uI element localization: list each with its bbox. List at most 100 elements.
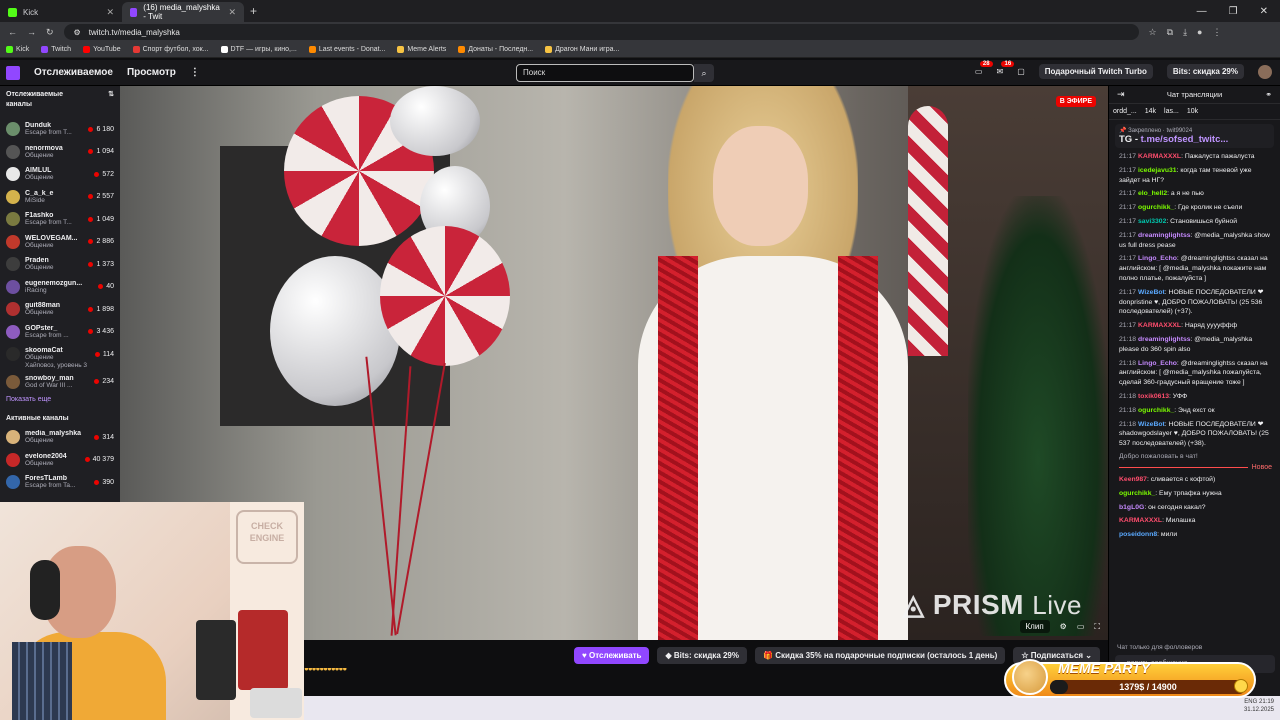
bookmark-label: Twitch: [51, 46, 72, 53]
page-bottom-strip: [304, 696, 1280, 720]
sign-line-2: ENGINE: [249, 533, 285, 543]
browser-tab-twitch[interactable]: (16) media_malyshka - Twit ✕: [122, 2, 244, 22]
gift-subs-discount-button[interactable]: 🎁 Скидка 35% на подарочные подписки (ост…: [755, 646, 1006, 664]
url-field[interactable]: ⚙ twitch.tv/media_malyshka: [63, 24, 1139, 40]
message-username[interactable]: toxik0613: [1138, 393, 1169, 400]
message-username[interactable]: b1gL0G: [1119, 504, 1144, 511]
maximize-icon[interactable]: ❐: [1229, 6, 1238, 17]
pinned-link[interactable]: t.me/sofsed_twitc...: [1141, 134, 1229, 145]
tinsel-garland: [658, 256, 698, 640]
inbox-icon[interactable]: ✉ 16: [996, 61, 1015, 76]
forward-icon[interactable]: →: [27, 27, 36, 37]
bookmark-item[interactable]: DTF — игры, кино,...: [220, 46, 297, 53]
message-username[interactable]: poseidonn8: [1119, 531, 1157, 538]
prism-live-watermark: ◬ PRISM Live: [903, 588, 1082, 621]
message-username[interactable]: KARMAXXXL: [1119, 517, 1162, 524]
minimize-icon[interactable]: —: [1197, 6, 1207, 17]
site-info-icon[interactable]: ⚙: [74, 28, 81, 37]
channel-avatar: [6, 167, 20, 182]
close-tab-icon[interactable]: ✕: [228, 7, 236, 18]
fullscreen-icon[interactable]: ⛶: [1094, 622, 1100, 632]
viewer-count: 3 436: [88, 328, 114, 335]
message-username[interactable]: ogurchikk_: [1119, 490, 1155, 497]
message-username[interactable]: icedejavu31: [1138, 167, 1177, 174]
message-username[interactable]: KARMAXXXL: [1138, 153, 1181, 160]
message-username[interactable]: ogurchikk_: [1138, 204, 1174, 211]
bookmark-item[interactable]: Спорт футбол, хок...: [132, 46, 209, 53]
message-username[interactable]: WizeBot: [1138, 289, 1165, 296]
message-text: : Становишься буйной: [1166, 217, 1238, 225]
search-icon[interactable]: ⌕: [694, 64, 714, 82]
bookmark-item[interactable]: Last events - Donat...: [308, 46, 385, 53]
follow-button[interactable]: ♥ Отслеживать: [574, 646, 650, 664]
extensions-icon[interactable]: ⧉: [1167, 27, 1173, 38]
chat-users-icon[interactable]: ⚭: [1265, 90, 1272, 99]
message-time: 21:17: [1119, 153, 1137, 160]
sidebar-channel[interactable]: C_a_k_e MiSide 2 557: [6, 186, 114, 209]
back-icon[interactable]: ←: [8, 27, 17, 37]
download-icon[interactable]: ⤓: [1183, 27, 1187, 38]
message-username[interactable]: WizeBot: [1138, 421, 1165, 428]
gifter-name[interactable]: las...: [1164, 108, 1179, 115]
more-menu-icon[interactable]: ⋮: [190, 67, 200, 78]
message-username[interactable]: elo_hell2: [1138, 190, 1167, 197]
sidebar-channel[interactable]: snowboy_man God of War III ... 234: [6, 371, 114, 394]
message-username[interactable]: Lingo_Echo: [1138, 255, 1177, 262]
gift-turbo-button[interactable]: Подарочный Twitch Turbo: [1038, 64, 1153, 79]
sidebar-channel[interactable]: GOPster_ Escape from ... 3 436: [6, 321, 114, 344]
sidebar-channel[interactable]: Praden Общение 1 373: [6, 253, 114, 276]
pinned-message[interactable]: 📌 Закреплено · twit99024 TG - t.me/sofse…: [1115, 124, 1274, 148]
sidebar-channel[interactable]: WELOVEGAM... Общение 2 886: [6, 231, 114, 254]
gifter-name[interactable]: ordd_...: [1113, 108, 1137, 115]
show-more-link[interactable]: Показать еще: [6, 396, 114, 403]
user-avatar[interactable]: [1258, 64, 1272, 79]
sidebar-channel[interactable]: media_malyshka Общение 314: [6, 426, 114, 449]
menu-dots-icon[interactable]: ⋮: [1212, 27, 1221, 38]
message-username[interactable]: ogurchikk_: [1138, 407, 1174, 414]
message-username[interactable]: Keen987: [1119, 476, 1147, 483]
message-username[interactable]: savi3302: [1138, 218, 1166, 225]
bookmark-item[interactable]: Донаты - Последн...: [458, 46, 533, 53]
clip-button[interactable]: Клип: [1019, 620, 1050, 633]
message-username[interactable]: dreaminglightss: [1138, 336, 1191, 343]
active-channels-list: media_malyshka Общение 314 evelone2004 Общен…: [6, 426, 114, 494]
chat-message: 21:17 KARMAXXXL: Пажалуста пажалуста: [1119, 152, 1272, 162]
whispers-icon[interactable]: ▢: [1017, 67, 1025, 76]
new-tab-icon[interactable]: +: [244, 4, 263, 18]
settings-gear-icon[interactable]: ⚙: [1060, 622, 1067, 631]
close-window-icon[interactable]: ✕: [1260, 6, 1268, 17]
theatre-mode-icon[interactable]: ▭: [1077, 622, 1085, 631]
sidebar-channel[interactable]: F1ashko Escape from T... 1 049: [6, 208, 114, 231]
channel-actions-bar: ♥ Отслеживать ◆ Bits: скидка 29% 🎁 Скидк…: [304, 642, 1108, 668]
collapse-sidebar-icon[interactable]: ⇅: [108, 90, 114, 110]
bookmark-star-icon[interactable]: ☆: [1149, 27, 1157, 38]
sidebar-channel[interactable]: guit88man Общение 1 898: [6, 298, 114, 321]
top-nav-right: ▭ 28 ✉ 16 ▢ Подарочный Twitch Turbo Bits: …: [975, 61, 1272, 79]
sidebar-channel[interactable]: ForesTLamb Escape from Ta... 390: [6, 471, 114, 494]
message-username[interactable]: KARMAXXXL: [1138, 322, 1181, 329]
collapse-chat-icon[interactable]: ⇥: [1117, 89, 1125, 100]
sidebar-channel[interactable]: eugenemozgun... iRacing 40: [6, 276, 114, 299]
bookmark-item[interactable]: Драгон Мани игра...: [545, 46, 619, 53]
message-username[interactable]: dreaminglightss: [1138, 232, 1191, 239]
reload-icon[interactable]: ↻: [46, 27, 54, 38]
sidebar-channel[interactable]: Dunduk Escape from T... 6 180: [6, 118, 114, 141]
profile-icon[interactable]: ●: [1197, 27, 1202, 37]
search-input[interactable]: Поиск: [516, 64, 694, 82]
bookmark-item[interactable]: YouTube: [83, 46, 121, 53]
bits-discount-button[interactable]: ◆ Bits: скидка 29%: [657, 646, 747, 664]
twitch-logo-icon[interactable]: [6, 65, 20, 80]
bookmark-item[interactable]: Twitch: [41, 46, 71, 53]
browser-tab-kick[interactable]: Kick ✕: [0, 2, 122, 22]
bits-button[interactable]: Bits: скидка 29%: [1166, 64, 1244, 79]
sidebar-channel[interactable]: nenormova Общение 1 094: [6, 141, 114, 164]
bookmark-item[interactable]: Meme Alerts: [397, 46, 446, 53]
message-username[interactable]: Lingo_Echo: [1138, 360, 1177, 367]
close-tab-icon[interactable]: ✕: [106, 7, 114, 18]
sidebar-channel[interactable]: evelone2004 Общение 40 379: [6, 449, 114, 472]
nav-following[interactable]: Отслеживаемое: [34, 67, 113, 78]
bookmark-item[interactable]: Kick: [6, 46, 29, 53]
notifications-icon[interactable]: ▭ 28: [975, 61, 993, 76]
nav-browse[interactable]: Просмотр: [127, 67, 176, 78]
sidebar-channel[interactable]: AIMLUL Общение 572: [6, 163, 114, 186]
